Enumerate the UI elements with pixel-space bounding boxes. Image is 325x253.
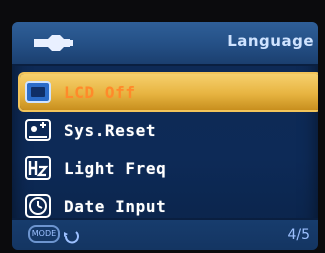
- system-reset-icon: [24, 117, 52, 143]
- menu-item-label: Light Freq: [64, 158, 167, 178]
- menu-item-sys-reset[interactable]: Sys.Reset: [20, 112, 318, 148]
- page-title: Language: [227, 32, 314, 50]
- lcd-icon: [24, 79, 52, 105]
- clock-icon: [24, 193, 52, 219]
- wrench-icon: [34, 35, 73, 51]
- menu-item-label: Sys.Reset: [64, 120, 157, 140]
- settings-screen: Language LCD Off Sys.Reset Light Freq Da…: [12, 22, 318, 250]
- back-icon[interactable]: [62, 228, 80, 244]
- menu-item-label: Date Input: [64, 196, 167, 216]
- device-frame: Language LCD Off Sys.Reset Light Freq Da…: [0, 0, 325, 253]
- mode-button[interactable]: MODE: [28, 225, 60, 243]
- settings-footer: MODE 4/5: [12, 218, 318, 250]
- menu-item-lcd-off[interactable]: LCD Off: [20, 74, 318, 110]
- menu-item-label: LCD Off: [64, 82, 136, 102]
- page-indicator: 4/5: [287, 227, 310, 243]
- hz-icon: [24, 155, 52, 181]
- menu-item-light-freq[interactable]: Light Freq: [20, 150, 318, 186]
- settings-header: Language: [12, 22, 318, 66]
- settings-menu: LCD Off Sys.Reset Light Freq Date Input: [20, 74, 318, 226]
